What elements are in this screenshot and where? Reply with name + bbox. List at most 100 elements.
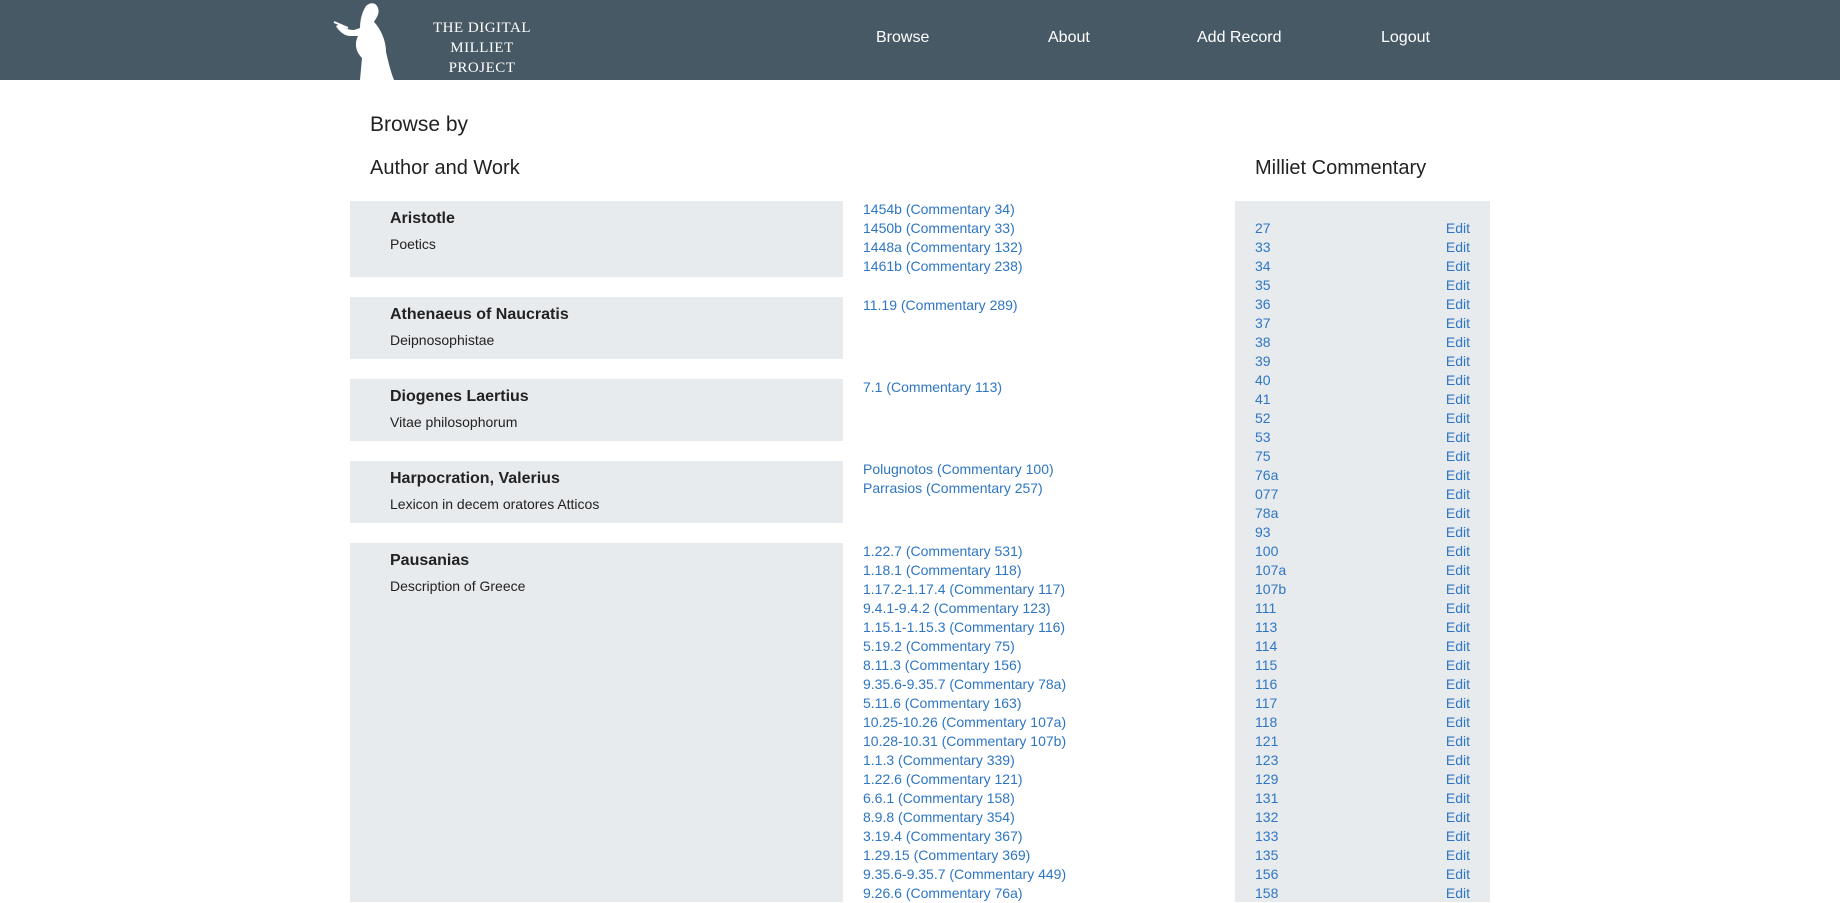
edit-link[interactable]: Edit: [1446, 447, 1470, 466]
commentary-number-link[interactable]: 116: [1255, 675, 1277, 694]
reference-link[interactable]: 1.29.15 (Commentary 369): [863, 846, 1066, 865]
edit-link[interactable]: Edit: [1446, 428, 1470, 447]
nav-browse[interactable]: Browse: [876, 29, 929, 47]
edit-link[interactable]: Edit: [1446, 238, 1470, 257]
edit-link[interactable]: Edit: [1446, 504, 1470, 523]
commentary-number-link[interactable]: 100: [1255, 542, 1278, 561]
reference-link[interactable]: 10.28-10.31 (Commentary 107b): [863, 732, 1066, 751]
edit-link[interactable]: Edit: [1446, 561, 1470, 580]
reference-link[interactable]: 1461b (Commentary 238): [863, 257, 1023, 276]
reference-link[interactable]: 1454b (Commentary 34): [863, 200, 1023, 219]
commentary-number-link[interactable]: 93: [1255, 523, 1271, 542]
commentary-number-link[interactable]: 53: [1255, 428, 1271, 447]
edit-link[interactable]: Edit: [1446, 618, 1470, 637]
reference-link[interactable]: 1.15.1-1.15.3 (Commentary 116): [863, 618, 1066, 637]
reference-link[interactable]: 6.6.1 (Commentary 158): [863, 789, 1066, 808]
commentary-number-link[interactable]: 76a: [1255, 466, 1278, 485]
edit-link[interactable]: Edit: [1446, 865, 1470, 884]
edit-link[interactable]: Edit: [1446, 390, 1470, 409]
edit-link[interactable]: Edit: [1446, 257, 1470, 276]
edit-link[interactable]: Edit: [1446, 846, 1470, 865]
commentary-number-link[interactable]: 156: [1255, 865, 1278, 884]
reference-link[interactable]: 1.22.7 (Commentary 531): [863, 542, 1066, 561]
commentary-number-link[interactable]: 158: [1255, 884, 1278, 903]
reference-link[interactable]: 3.19.4 (Commentary 367): [863, 827, 1066, 846]
reference-link[interactable]: 8.9.8 (Commentary 354): [863, 808, 1066, 827]
commentary-number-link[interactable]: 117: [1255, 694, 1277, 713]
commentary-number-link[interactable]: 123: [1255, 751, 1278, 770]
commentary-number-link[interactable]: 115: [1255, 656, 1277, 675]
commentary-number-link[interactable]: 33: [1255, 238, 1271, 257]
reference-link[interactable]: 1.22.6 (Commentary 121): [863, 770, 1066, 789]
commentary-number-link[interactable]: 121: [1255, 732, 1278, 751]
site-logo[interactable]: THE DIGITAL MILLIET PROJECT: [330, 0, 560, 80]
commentary-number-link[interactable]: 114: [1255, 637, 1277, 656]
reference-link[interactable]: 9.26.6 (Commentary 76a): [863, 884, 1066, 903]
edit-link[interactable]: Edit: [1446, 276, 1470, 295]
commentary-number-link[interactable]: 118: [1255, 713, 1277, 732]
commentary-number-link[interactable]: 78a: [1255, 504, 1278, 523]
reference-link[interactable]: 11.19 (Commentary 289): [863, 296, 1018, 315]
reference-link[interactable]: 9.35.6-9.35.7 (Commentary 449): [863, 865, 1066, 884]
edit-link[interactable]: Edit: [1446, 694, 1470, 713]
nav-about[interactable]: About: [1048, 29, 1090, 47]
edit-link[interactable]: Edit: [1446, 884, 1470, 903]
commentary-number-link[interactable]: 75: [1255, 447, 1271, 466]
edit-link[interactable]: Edit: [1446, 295, 1470, 314]
edit-link[interactable]: Edit: [1446, 580, 1470, 599]
nav-logout[interactable]: Logout: [1381, 29, 1430, 47]
commentary-number-link[interactable]: 35: [1255, 276, 1271, 295]
commentary-number-link[interactable]: 111: [1255, 599, 1276, 618]
edit-link[interactable]: Edit: [1446, 371, 1470, 390]
reference-link[interactable]: 9.35.6-9.35.7 (Commentary 78a): [863, 675, 1066, 694]
edit-link[interactable]: Edit: [1446, 789, 1470, 808]
reference-link[interactable]: 1450b (Commentary 33): [863, 219, 1023, 238]
commentary-number-link[interactable]: 38: [1255, 333, 1271, 352]
commentary-number-link[interactable]: 41: [1255, 390, 1271, 409]
edit-link[interactable]: Edit: [1446, 409, 1470, 428]
edit-link[interactable]: Edit: [1446, 656, 1470, 675]
commentary-number-link[interactable]: 40: [1255, 371, 1271, 390]
reference-link[interactable]: 5.11.6 (Commentary 163): [863, 694, 1066, 713]
reference-link[interactable]: Polugnotos (Commentary 100): [863, 460, 1054, 479]
nav-add-record[interactable]: Add Record: [1197, 29, 1282, 47]
commentary-number-link[interactable]: 133: [1255, 827, 1278, 846]
edit-link[interactable]: Edit: [1446, 314, 1470, 333]
commentary-number-link[interactable]: 37: [1255, 314, 1271, 333]
edit-link[interactable]: Edit: [1446, 751, 1470, 770]
reference-link[interactable]: 5.19.2 (Commentary 75): [863, 637, 1066, 656]
edit-link[interactable]: Edit: [1446, 485, 1470, 504]
reference-link[interactable]: Parrasios (Commentary 257): [863, 479, 1054, 498]
commentary-number-link[interactable]: 113: [1255, 618, 1277, 637]
commentary-number-link[interactable]: 36: [1255, 295, 1271, 314]
edit-link[interactable]: Edit: [1446, 637, 1470, 656]
reference-link[interactable]: 1.1.3 (Commentary 339): [863, 751, 1066, 770]
edit-link[interactable]: Edit: [1446, 732, 1470, 751]
reference-link[interactable]: 1448a (Commentary 132): [863, 238, 1023, 257]
commentary-number-link[interactable]: 131: [1255, 789, 1278, 808]
edit-link[interactable]: Edit: [1446, 770, 1470, 789]
edit-link[interactable]: Edit: [1446, 466, 1470, 485]
commentary-number-link[interactable]: 39: [1255, 352, 1271, 371]
commentary-number-link[interactable]: 077: [1255, 485, 1278, 504]
commentary-number-link[interactable]: 107b: [1255, 580, 1286, 599]
edit-link[interactable]: Edit: [1446, 808, 1470, 827]
reference-link[interactable]: 7.1 (Commentary 113): [863, 378, 1002, 397]
reference-link[interactable]: 8.11.3 (Commentary 156): [863, 656, 1066, 675]
edit-link[interactable]: Edit: [1446, 523, 1470, 542]
edit-link[interactable]: Edit: [1446, 713, 1470, 732]
commentary-number-link[interactable]: 132: [1255, 808, 1278, 827]
reference-link[interactable]: 9.4.1-9.4.2 (Commentary 123): [863, 599, 1066, 618]
commentary-number-link[interactable]: 135: [1255, 846, 1278, 865]
edit-link[interactable]: Edit: [1446, 599, 1470, 618]
commentary-number-link[interactable]: 34: [1255, 257, 1271, 276]
edit-link[interactable]: Edit: [1446, 542, 1470, 561]
commentary-number-link[interactable]: 27: [1255, 219, 1271, 238]
edit-link[interactable]: Edit: [1446, 675, 1470, 694]
commentary-number-link[interactable]: 52: [1255, 409, 1271, 428]
reference-link[interactable]: 1.17.2-1.17.4 (Commentary 117): [863, 580, 1066, 599]
commentary-number-link[interactable]: 107a: [1255, 561, 1286, 580]
edit-link[interactable]: Edit: [1446, 827, 1470, 846]
edit-link[interactable]: Edit: [1446, 219, 1470, 238]
reference-link[interactable]: 10.25-10.26 (Commentary 107a): [863, 713, 1066, 732]
